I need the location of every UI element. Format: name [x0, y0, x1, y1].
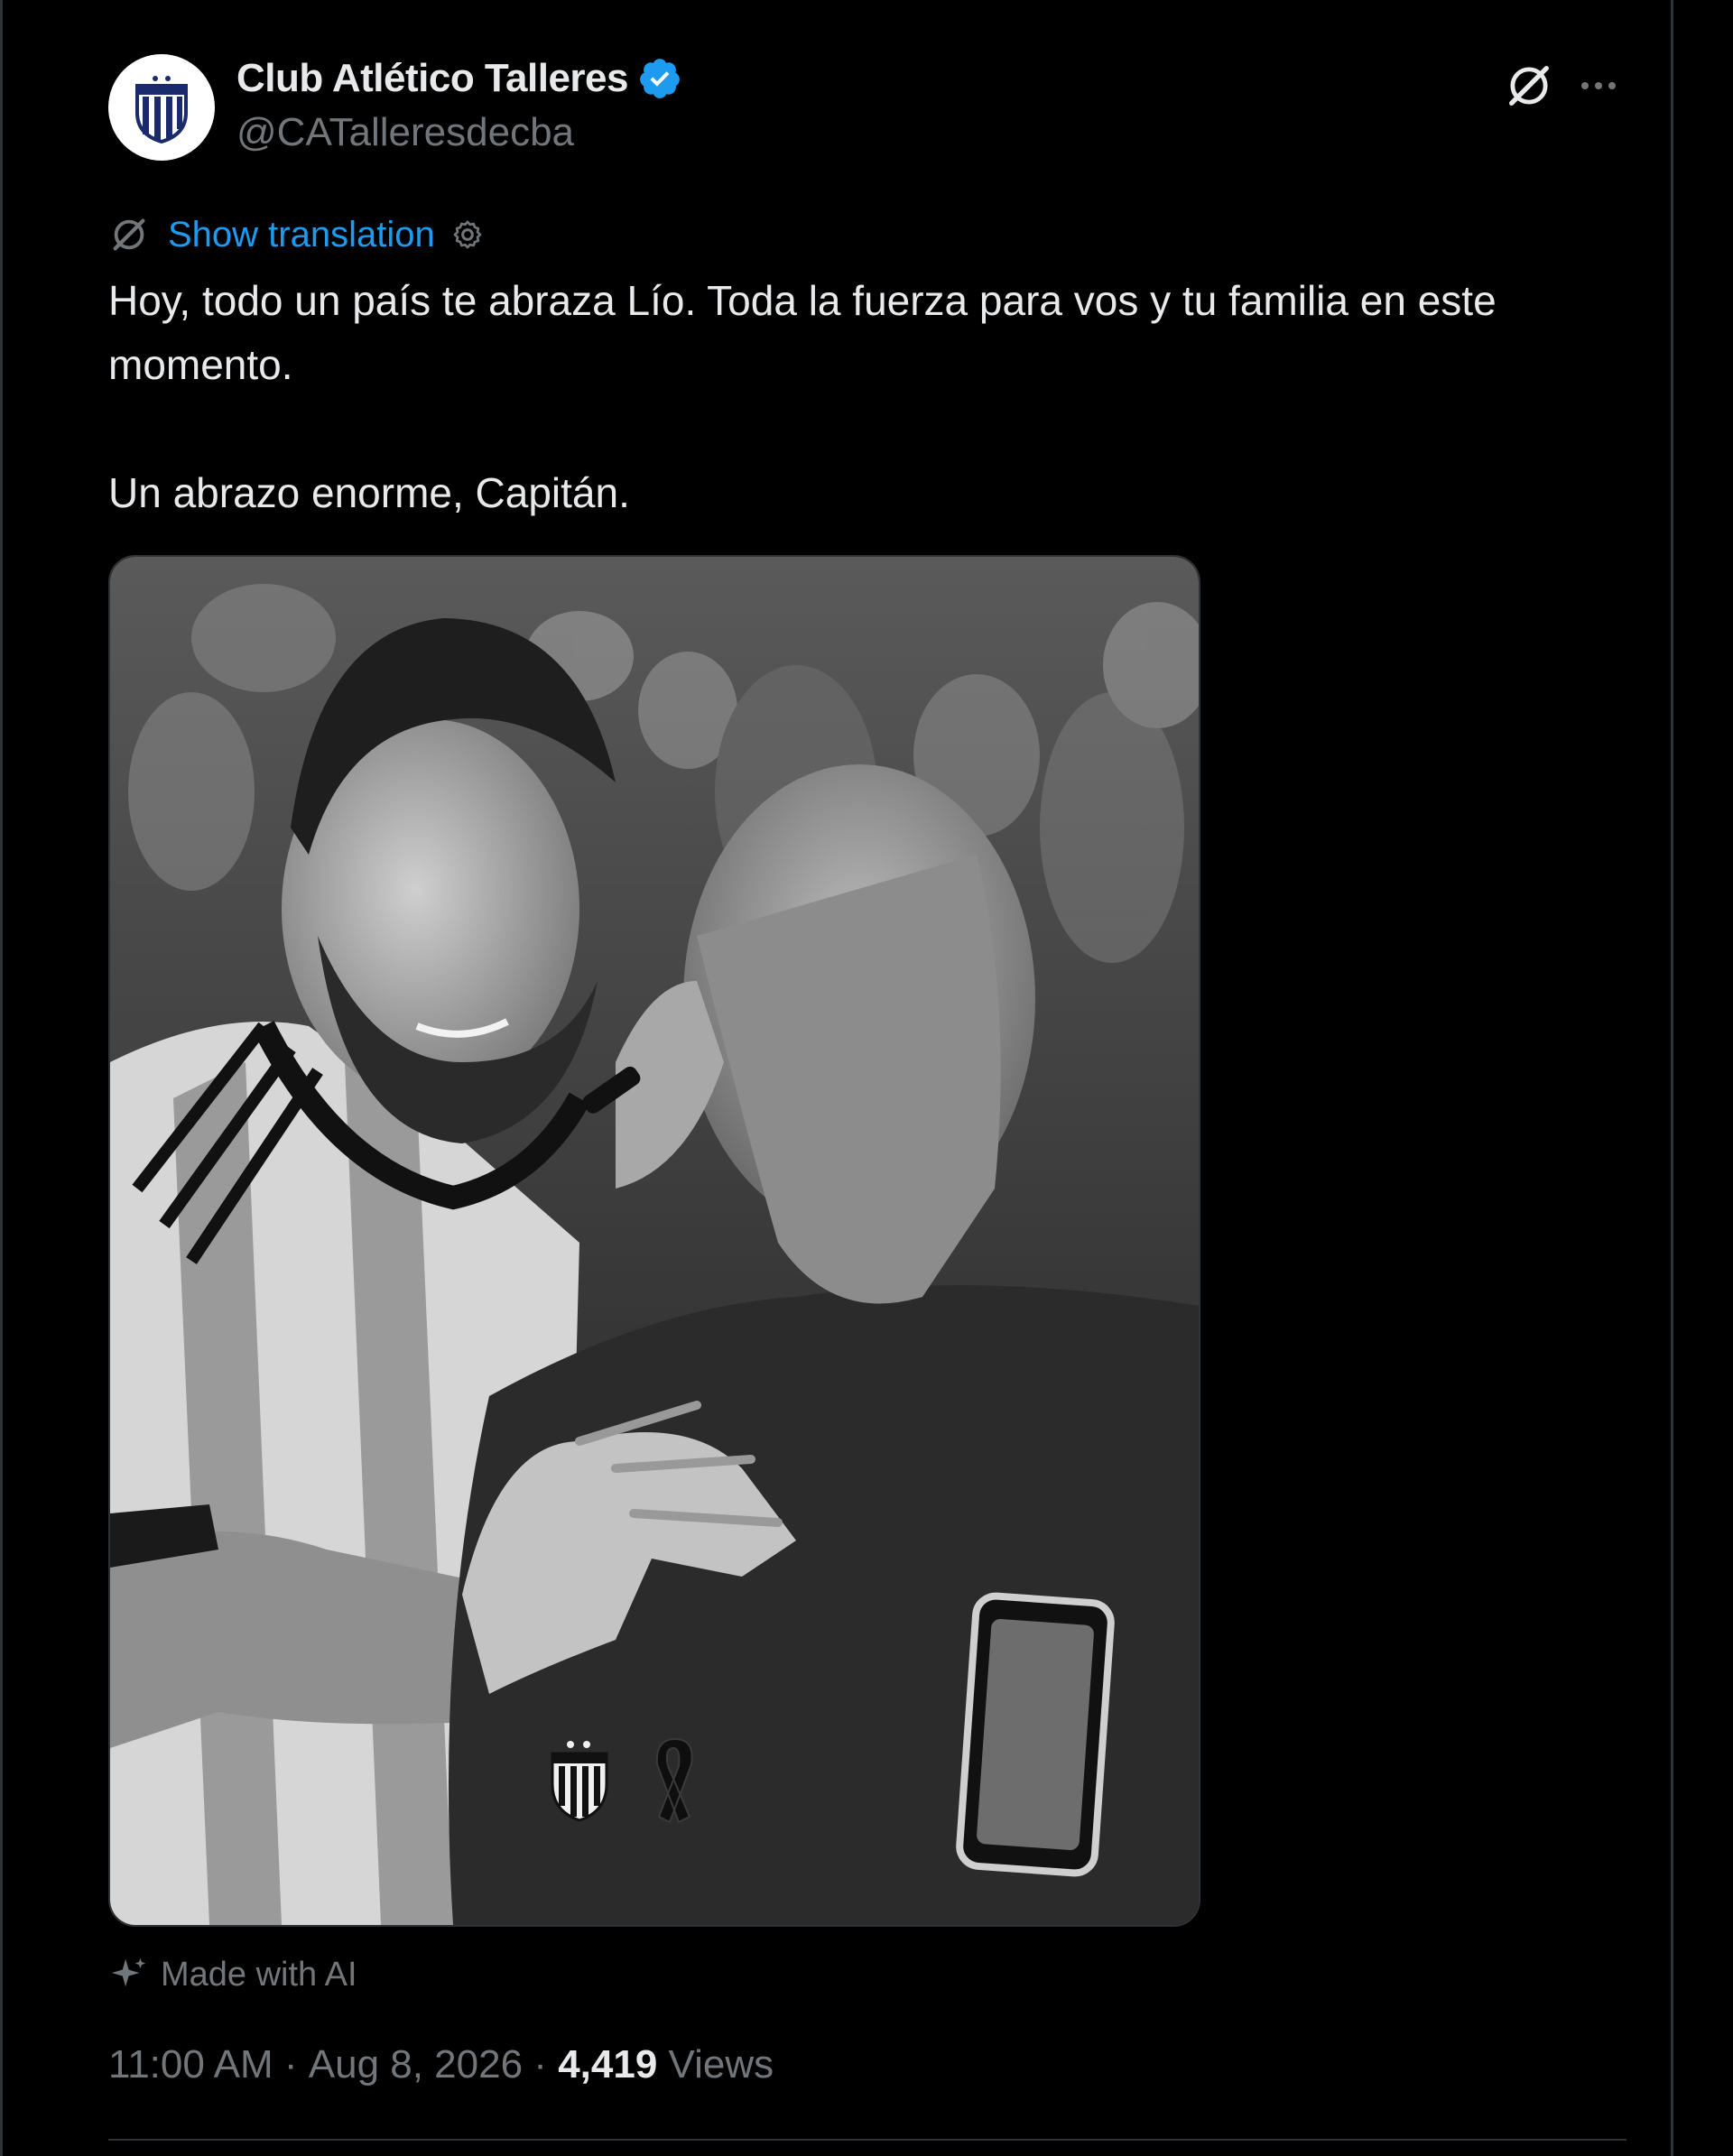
- avatar[interactable]: [108, 54, 215, 161]
- tweet: Club Atlético Talleres @CATalleresdecba …: [0, 0, 1670, 2156]
- photo-illustration: [110, 557, 1199, 1925]
- views-count: 4,419: [558, 2042, 658, 2087]
- tweet-text: Hoy, todo un país te abraza Lío. Toda la…: [108, 269, 1589, 525]
- more-horizontal-icon[interactable]: [1576, 72, 1621, 99]
- frame-right-border: [1671, 0, 1673, 2156]
- talleres-crest-icon: [135, 76, 188, 143]
- made-with-ai-badge[interactable]: Made with AI: [108, 1949, 357, 2000]
- author-display-name[interactable]: Club Atlético Talleres: [236, 56, 682, 101]
- tweet-photo[interactable]: [108, 555, 1200, 1927]
- translate-icon: [113, 218, 145, 251]
- gear-icon[interactable]: [449, 217, 486, 253]
- tweet-meta: 11:00 AM · Aug 8, 2026 · 4,419 Views: [108, 2038, 774, 2092]
- tweet-text-line: Un abrazo enorme, Capitán.: [108, 469, 630, 516]
- show-translation-link[interactable]: Show translation: [168, 215, 435, 255]
- divider: [108, 2139, 1626, 2141]
- views-label: Views: [668, 2042, 774, 2087]
- grok-icon[interactable]: [1503, 60, 1555, 112]
- translation-row: Show translation: [108, 209, 486, 260]
- author-name-text[interactable]: Club Atlético Talleres: [236, 56, 628, 101]
- verified-badge-icon: [640, 59, 680, 98]
- made-with-ai-label: Made with AI: [161, 1955, 357, 1994]
- meta-separator: ·: [273, 2042, 309, 2087]
- sparkle-icon: [111, 1957, 146, 1987]
- views-space: [657, 2042, 668, 2087]
- tweet-date[interactable]: Aug 8, 2026: [309, 2042, 523, 2087]
- meta-separator: ·: [523, 2042, 559, 2087]
- tweet-time[interactable]: 11:00 AM: [108, 2042, 273, 2087]
- tweet-text-line: Hoy, todo un país te abraza Lío. Toda la…: [108, 277, 1497, 388]
- talleres-crest-icon: [551, 1741, 608, 1822]
- author-handle[interactable]: @CATalleresdecba: [236, 110, 574, 155]
